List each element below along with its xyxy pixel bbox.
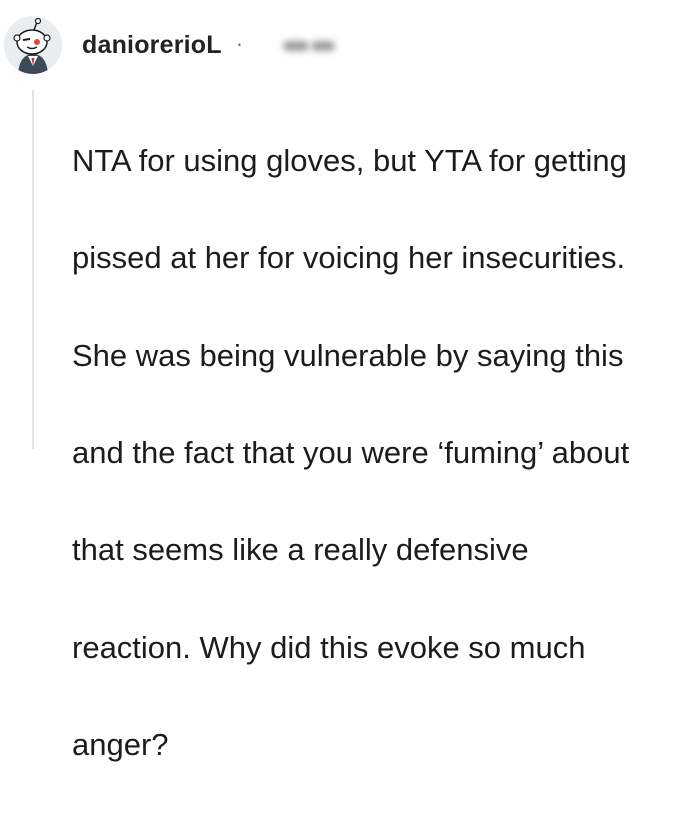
comment-body-line: that seems like a really defensive — [72, 532, 529, 568]
comment-body-line: reaction. Why did this evoke so much — [72, 629, 586, 665]
comment-body-line: and the fact that you were ‘fuming’ abou… — [72, 434, 630, 470]
thread-collapse-line[interactable] — [32, 90, 34, 449]
comment-body-line: pissed at her for voicing her insecuriti… — [72, 240, 626, 276]
comment-body-line: NTA for using gloves, but YTA for gettin… — [72, 142, 627, 178]
blurred-timestamp — [283, 38, 341, 54]
avatar[interactable] — [4, 16, 62, 74]
comment-header: daniorerioL · — [4, 12, 341, 78]
meta-separator: · — [235, 31, 244, 56]
comment-body-line: She was being vulnerable by saying this — [72, 337, 624, 373]
comment-body-line: anger? — [72, 727, 169, 763]
comment: daniorerioL · NTA for using gloves, but … — [0, 0, 700, 762]
comment-author-username[interactable]: daniorerioL — [82, 31, 222, 60]
snoo-avatar-icon — [4, 16, 62, 74]
comment-body: NTA for using gloves, but YTA for gettin… — [72, 88, 694, 819]
